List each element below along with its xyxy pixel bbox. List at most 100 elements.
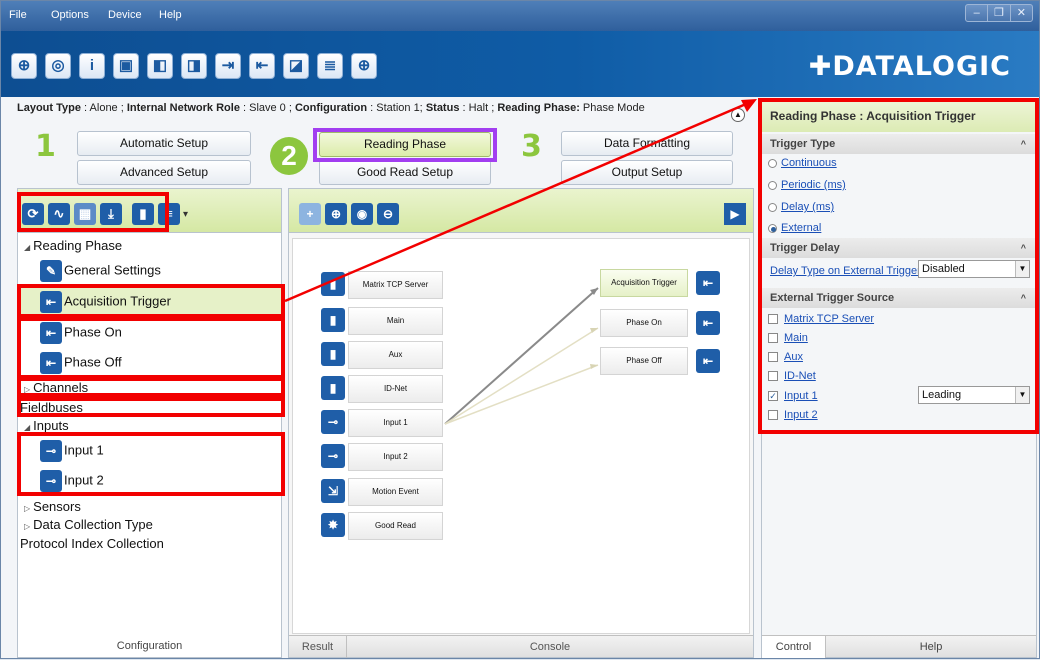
device-icon[interactable]: ▣ <box>113 53 139 79</box>
options-icon[interactable]: ◎ <box>45 53 71 79</box>
menu-device[interactable]: Device <box>108 9 142 21</box>
tree-sensors[interactable]: ▷ Sensors <box>18 499 281 514</box>
source-main[interactable]: Main <box>768 332 808 344</box>
option-label[interactable]: Periodic (ms) <box>781 179 846 191</box>
source-label[interactable]: Input 1 <box>784 390 818 402</box>
option-label[interactable]: Continuous <box>781 157 837 169</box>
source-label[interactable]: Aux <box>784 351 803 363</box>
collapse-chevron-icon[interactable]: ▲ <box>731 108 745 122</box>
save-config-icon[interactable]: ⤓ <box>100 203 122 225</box>
node-main[interactable]: Main <box>348 307 443 335</box>
more-chevron-icon[interactable]: ▾ <box>183 209 188 220</box>
ext-icon[interactable]: ≡ <box>158 203 180 225</box>
export-icon[interactable]: ⇥ <box>215 53 241 79</box>
checkbox[interactable] <box>768 333 778 344</box>
section-trigger-delay[interactable]: Trigger Delay ^ <box>762 238 1036 258</box>
output-setup-button[interactable]: Output Setup <box>561 160 733 185</box>
node-good-read[interactable]: Good Read <box>348 512 443 540</box>
radio-button[interactable] <box>768 158 777 168</box>
maximize-button[interactable]: ❐ <box>988 5 1011 21</box>
tab-result[interactable]: Result <box>289 636 347 658</box>
zoom-out-icon[interactable]: ⊖ <box>377 203 399 225</box>
info-icon[interactable]: i <box>79 53 105 79</box>
advanced-setup-button[interactable]: Advanced Setup <box>77 160 251 185</box>
option-continuous[interactable]: Continuous <box>768 157 837 169</box>
source-label[interactable]: Input 2 <box>784 409 818 421</box>
source-matrix-tcp-server[interactable]: Matrix TCP Server <box>768 313 874 325</box>
node-input-1[interactable]: Input 1 <box>348 409 443 437</box>
source-input-2[interactable]: Input 2 <box>768 409 818 421</box>
node-id-net[interactable]: ID-Net <box>348 375 443 403</box>
data-formatting-button[interactable]: Data Formatting <box>561 131 733 156</box>
source-label[interactable]: Matrix TCP Server <box>784 313 874 325</box>
tab-console[interactable]: Console <box>347 636 753 658</box>
menu-file[interactable]: File <box>9 9 27 21</box>
tree-channels[interactable]: ▷ Channels <box>18 380 281 395</box>
tree-phase-off[interactable]: ⇤ Phase Off <box>18 352 281 374</box>
waveform-icon[interactable]: ∿ <box>48 203 70 225</box>
section-external-trigger-source[interactable]: External Trigger Source ^ <box>762 288 1036 308</box>
menu-help[interactable]: Help <box>159 9 182 21</box>
dropdown-arrow-icon[interactable]: ▼ <box>1015 387 1029 403</box>
node-phase-off[interactable]: Phase Off <box>600 347 688 375</box>
source-label[interactable]: Main <box>784 332 808 344</box>
load-device-icon[interactable]: ◨ <box>181 53 207 79</box>
tree-general-settings[interactable]: ✎ General Settings <box>18 260 281 282</box>
automatic-setup-button[interactable]: Automatic Setup <box>77 131 251 156</box>
tree-input-2[interactable]: ⊸ Input 2 <box>18 470 281 492</box>
option-external[interactable]: External <box>768 222 821 234</box>
checkbox-checked[interactable]: ✓ <box>768 391 778 402</box>
menu-options[interactable]: Options <box>51 9 89 21</box>
good-read-setup-button[interactable]: Good Read Setup <box>319 160 491 185</box>
zoom-in-icon[interactable]: ⊕ <box>325 203 347 225</box>
statistics-icon[interactable]: ≣ <box>317 53 343 79</box>
option-delay[interactable]: Delay (ms) <box>768 201 834 213</box>
checkbox[interactable] <box>768 410 778 421</box>
node-input-2[interactable]: Input 2 <box>348 443 443 471</box>
tree-protocol-index-collection[interactable]: Protocol Index Collection <box>18 536 281 551</box>
section-trigger-type[interactable]: Trigger Type ^ <box>762 134 1036 154</box>
refresh-icon[interactable]: ⟳ <box>22 203 44 225</box>
source-id-net[interactable]: ID-Net <box>768 370 816 382</box>
checkbox[interactable] <box>768 352 778 363</box>
plug-icon[interactable]: ▮ <box>132 203 154 225</box>
node-acquisition-trigger[interactable]: Acquisition Trigger <box>600 269 688 297</box>
tab-help[interactable]: Help <box>826 636 1036 658</box>
tree-reading-phase[interactable]: ◢ Reading Phase <box>18 238 281 253</box>
monitor-icon[interactable]: ◪ <box>283 53 309 79</box>
tree-data-collection-type[interactable]: ▷ Data Collection Type <box>18 517 281 532</box>
source-input-1[interactable]: ✓ Input 1 <box>768 390 818 402</box>
tree-acquisition-trigger[interactable]: ⇤ Acquisition Trigger <box>18 288 281 316</box>
source-aux[interactable]: Aux <box>768 351 803 363</box>
option-periodic[interactable]: Periodic (ms) <box>768 179 846 191</box>
delay-type-select[interactable]: Disabled ▼ <box>918 260 1030 278</box>
close-button[interactable]: ✕ <box>1011 5 1032 21</box>
node-aux[interactable]: Aux <box>348 341 443 369</box>
connect-icon[interactable]: ⊕ <box>11 53 37 79</box>
node-phase-on[interactable]: Phase On <box>600 309 688 337</box>
checkbox[interactable] <box>768 371 778 382</box>
zoom-100-icon[interactable]: ◉ <box>351 203 373 225</box>
option-label[interactable]: External <box>781 222 821 234</box>
add-icon[interactable]: + <box>299 203 321 225</box>
radio-button-selected[interactable] <box>768 223 777 233</box>
radio-button[interactable] <box>768 180 777 190</box>
tree-phase-on[interactable]: ⇤ Phase On <box>18 322 281 344</box>
node-motion-event[interactable]: Motion Event <box>348 478 443 506</box>
save-device-icon[interactable]: ◧ <box>147 53 173 79</box>
radio-button[interactable] <box>768 202 777 212</box>
grid-icon[interactable]: ▦ <box>74 203 96 225</box>
tree-input-1[interactable]: ⊸ Input 1 <box>18 440 281 462</box>
play-icon[interactable]: ▶ <box>724 203 746 225</box>
tree-inputs[interactable]: ◢ Inputs <box>18 418 281 433</box>
target-icon[interactable]: ⊕ <box>351 53 377 79</box>
dropdown-arrow-icon[interactable]: ▼ <box>1015 261 1029 277</box>
minimize-button[interactable]: – <box>966 5 989 21</box>
source-label[interactable]: ID-Net <box>784 370 816 382</box>
option-label[interactable]: Delay (ms) <box>781 201 834 213</box>
tree-fieldbuses[interactable]: Fieldbuses <box>18 400 281 415</box>
delay-type-label[interactable]: Delay Type on External Trigger <box>770 265 921 277</box>
import-icon[interactable]: ⇤ <box>249 53 275 79</box>
configuration-tab[interactable]: Configuration <box>18 635 281 657</box>
input1-edge-select[interactable]: Leading ▼ <box>918 386 1030 404</box>
